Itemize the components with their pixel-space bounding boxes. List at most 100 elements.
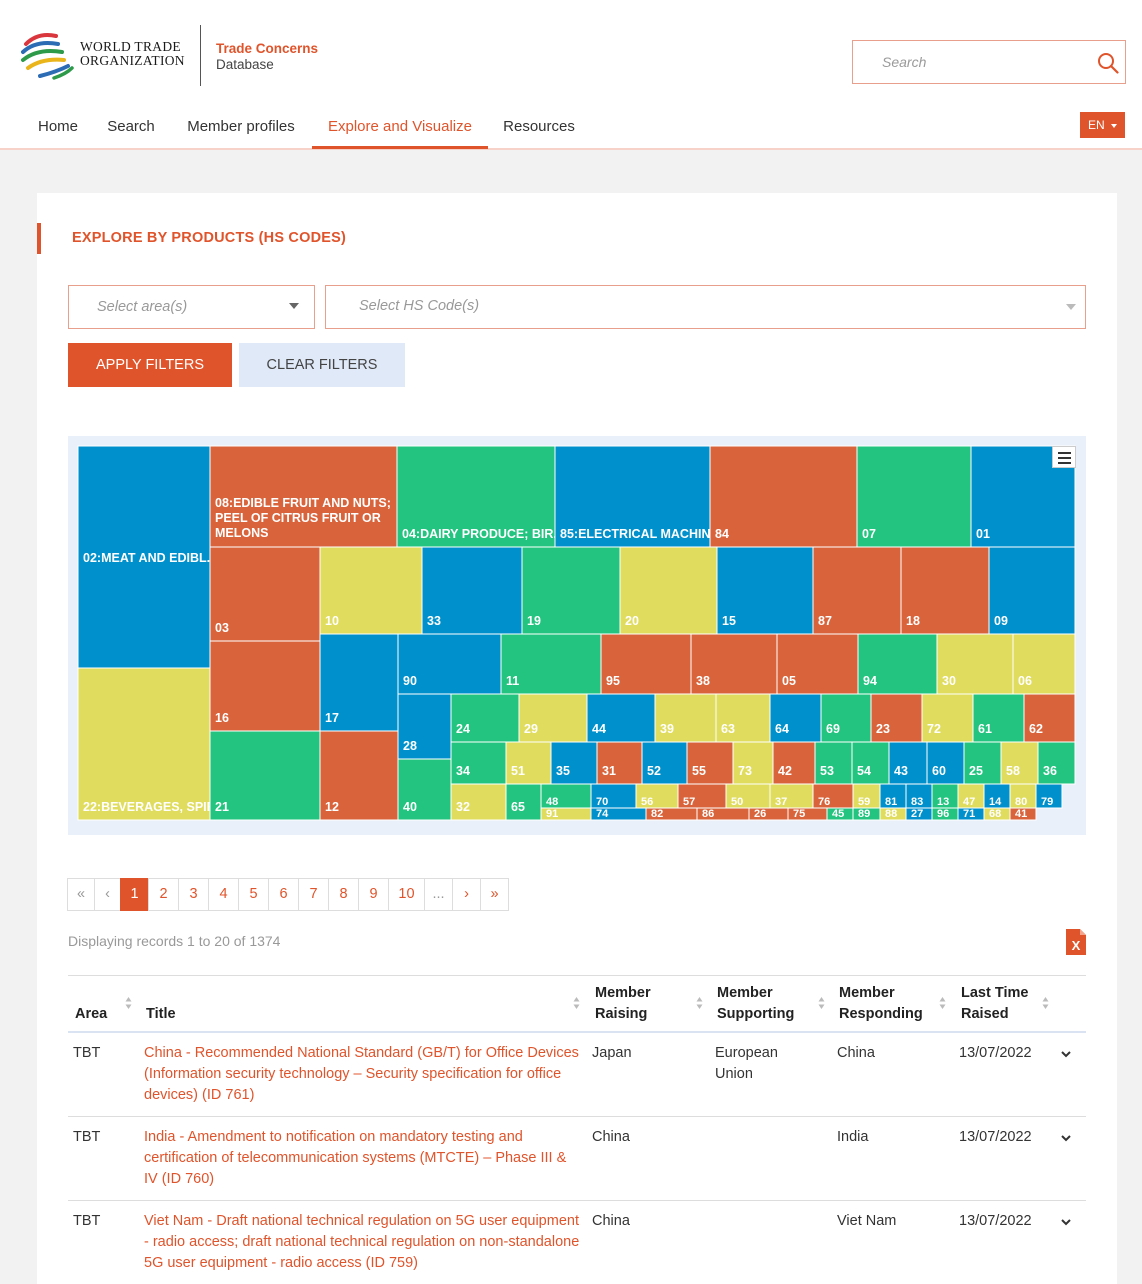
apply-filters-button[interactable]: APPLY FILTERS <box>68 343 232 387</box>
nav-item-member-profiles[interactable]: Member profiles <box>168 108 314 148</box>
treemap-cell-label: 73 <box>738 764 752 778</box>
area-select[interactable]: Select area(s) <box>68 285 315 329</box>
treemap-cell-label: 80 <box>1015 796 1027 808</box>
treemap-cell-label: 58 <box>1006 764 1020 778</box>
clear-filters-button[interactable]: CLEAR FILTERS <box>239 343 405 387</box>
treemap-cell[interactable] <box>77 667 211 821</box>
treemap-cell-label: 90 <box>403 674 417 688</box>
wto-wordmark-line2: ORGANIZATION <box>80 53 185 68</box>
wto-wordmark: WORLD TRADE ORGANIZATION <box>80 40 185 68</box>
row-member-responding: China <box>837 1045 875 1061</box>
treemap-cell[interactable] <box>709 445 858 548</box>
page-button[interactable]: 1 <box>120 878 149 911</box>
page-button[interactable]: 10 <box>388 878 425 911</box>
treemap-cell-label: 19 <box>527 614 541 628</box>
treemap-cell-label: 64 <box>775 722 789 736</box>
chevron-down-icon[interactable] <box>1061 1050 1071 1058</box>
treemap-cell-label: 01 <box>976 527 990 541</box>
hs-code-select-placeholder: Select HS Code(s) <box>359 298 480 314</box>
logo-divider <box>200 25 201 86</box>
treemap-cell-label: 32 <box>456 800 470 814</box>
page-button[interactable]: 8 <box>328 878 359 911</box>
hs-code-select[interactable]: Select HS Code(s) <box>325 285 1086 329</box>
sort-icon[interactable] <box>125 996 132 1010</box>
page-button[interactable]: 5 <box>238 878 269 911</box>
column-header-member-responding[interactable]: Member Responding <box>839 983 923 1025</box>
sort-icon[interactable] <box>939 996 946 1010</box>
column-header-area[interactable]: Area <box>75 1004 107 1025</box>
search-icon[interactable] <box>1097 52 1119 74</box>
page-button[interactable]: 7 <box>298 878 329 911</box>
treemap-cell-label: 94 <box>863 674 877 688</box>
row-title-link[interactable]: Viet Nam - Draft national technical regu… <box>144 1211 582 1274</box>
treemap-cell-label: 13 <box>937 796 949 808</box>
column-header-member-supporting[interactable]: Member Supporting <box>717 983 794 1025</box>
page-prev-button[interactable]: ‹ <box>94 878 121 911</box>
table-row[interactable]: TBT Viet Nam - Draft national technical … <box>68 1201 1086 1284</box>
chevron-down-icon[interactable] <box>1061 1218 1071 1226</box>
treemap-cell-label: 71 <box>963 808 975 820</box>
nav-item-home[interactable]: Home <box>22 108 94 148</box>
column-header-line: Member <box>839 985 895 1001</box>
treemap-cell-label: 02:MEAT AND EDIBL... <box>83 551 217 565</box>
chart-menu-icon[interactable] <box>1052 446 1076 468</box>
page-button[interactable]: 4 <box>208 878 239 911</box>
search-input[interactable] <box>854 42 1084 82</box>
treemap-cell-label: 35 <box>556 764 570 778</box>
page-button[interactable]: 6 <box>268 878 299 911</box>
page-first-button[interactable]: « <box>67 878 95 911</box>
treemap-cell-label: 25 <box>969 764 983 778</box>
row-title-link[interactable]: India - Amendment to notification on man… <box>144 1127 582 1190</box>
language-dropdown[interactable]: EN <box>1080 112 1125 138</box>
treemap-cell-label: 87 <box>818 614 832 628</box>
treemap-cell-label: 54 <box>857 764 871 778</box>
nav-item-explore-and-visualize[interactable]: Explore and Visualize <box>312 108 488 149</box>
wto-logo-icon[interactable] <box>20 30 76 82</box>
row-member-responding: India <box>837 1129 869 1145</box>
page-button[interactable]: 9 <box>358 878 389 911</box>
row-member-responding: Viet Nam <box>837 1213 897 1229</box>
sort-icon[interactable] <box>818 996 825 1010</box>
treemap-cell-label: 83 <box>911 796 923 808</box>
nav-item-resources[interactable]: Resources <box>488 108 590 148</box>
treemap-cell-label: 62 <box>1029 722 1043 736</box>
treemap-cell-label: 22:BEVERAGES, SPIRI... <box>83 800 230 814</box>
row-title-link[interactable]: China - Recommended National Standard (G… <box>144 1043 582 1106</box>
database-title[interactable]: Trade Concerns <box>216 41 318 56</box>
sort-icon[interactable] <box>573 996 580 1010</box>
database-subtitle[interactable]: Database <box>216 57 274 72</box>
treemap-cell-label: 29 <box>524 722 538 736</box>
treemap-cell-label: 47 <box>963 796 975 808</box>
page-next-button[interactable]: › <box>452 878 481 911</box>
treemap-cell-label: 85:ELECTRICAL MACHIN... <box>560 527 721 541</box>
chevron-down-icon[interactable] <box>1061 1134 1071 1142</box>
excel-export-icon[interactable]: X <box>1065 928 1087 956</box>
treemap-cell-label: 26 <box>754 808 766 820</box>
table-row[interactable]: TBT China - Recommended National Standar… <box>68 1033 1086 1117</box>
column-header-line: Member <box>717 985 773 1001</box>
treemap-cell-label: 07 <box>862 527 876 541</box>
page-button[interactable]: 2 <box>148 878 179 911</box>
nav-item-search[interactable]: Search <box>94 108 168 148</box>
page-button[interactable]: 3 <box>178 878 209 911</box>
hs-treemap-chart: 02:MEAT AND EDIBL... 22:BEVERAGES, SPIRI.… <box>68 436 1086 835</box>
treemap-cell-label: 09 <box>994 614 1008 628</box>
column-header-line: Member <box>595 985 651 1001</box>
treemap-cell-label: 88 <box>885 808 897 820</box>
row-member-raising: China <box>592 1129 630 1145</box>
treemap-cell-label: 48 <box>546 796 558 808</box>
table-row[interactable]: TBT India - Amendment to notification on… <box>68 1117 1086 1201</box>
treemap-cell-label: 42 <box>778 764 792 778</box>
column-header-title[interactable]: Title <box>146 1004 176 1025</box>
treemap-cell-label: 04:DAIRY PRODUCE; BIR... <box>402 527 564 541</box>
column-header-member-raising[interactable]: Member Raising <box>595 983 651 1025</box>
treemap-cell-label: 14 <box>989 796 1002 808</box>
page-last-button[interactable]: » <box>480 878 509 911</box>
caret-down-icon <box>1066 304 1076 310</box>
sort-icon[interactable] <box>1042 996 1049 1010</box>
treemap-cell-label: 95 <box>606 674 620 688</box>
column-header-last-time-raised[interactable]: Last Time Raised <box>961 983 1028 1025</box>
sort-icon[interactable] <box>696 996 703 1010</box>
treemap-cell-label: 36 <box>1043 764 1057 778</box>
treemap-cell-label: 12 <box>325 800 339 814</box>
